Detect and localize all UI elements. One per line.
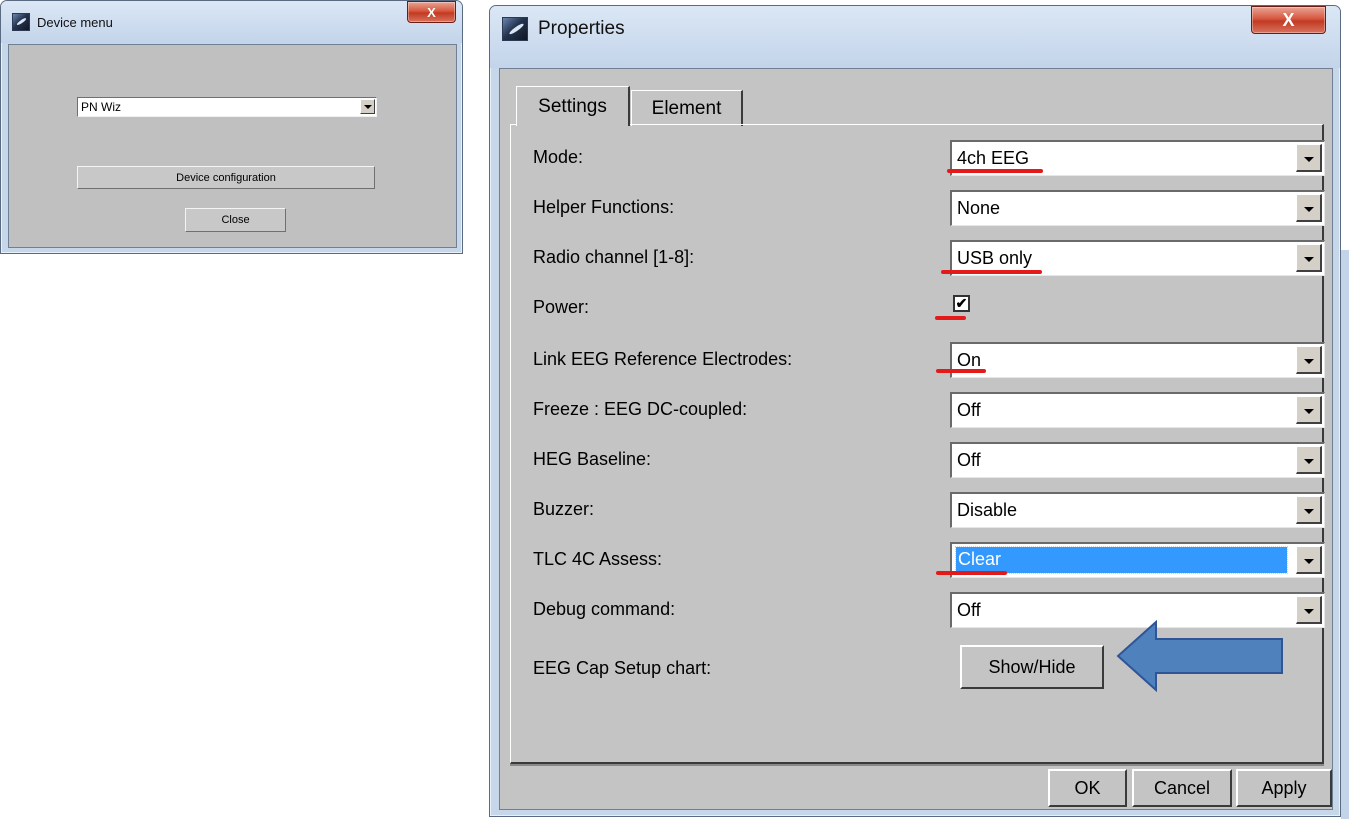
heg-baseline-select[interactable]: Off bbox=[950, 442, 1325, 478]
annotation-underline-link-eeg bbox=[936, 369, 986, 373]
background-window-edge bbox=[1341, 250, 1349, 819]
app-logo-icon bbox=[12, 13, 30, 31]
eeg-cap-setup-label: EEG Cap Setup chart: bbox=[533, 658, 712, 678]
device-menu-title: Device menu bbox=[37, 14, 113, 30]
chevron-down-icon[interactable] bbox=[1296, 446, 1322, 474]
show-hide-button[interactable]: Show/Hide bbox=[960, 645, 1104, 689]
helper-functions-select[interactable]: None bbox=[950, 190, 1325, 226]
annotation-underline-mode bbox=[947, 169, 1043, 173]
mode-value: 4ch EEG bbox=[957, 148, 1030, 168]
ok-button[interactable]: OK bbox=[1048, 769, 1127, 807]
power-label: Power: bbox=[533, 297, 590, 317]
helper-functions-value: None bbox=[957, 198, 1001, 218]
annotation-underline-power bbox=[935, 316, 966, 320]
debug-command-value: Off bbox=[957, 600, 981, 620]
annotation-underline-radio-channel bbox=[941, 270, 1042, 274]
power-checkbox[interactable]: ✔ bbox=[953, 295, 970, 312]
apply-button[interactable]: Apply bbox=[1236, 769, 1332, 807]
link-eeg-reference-value: On bbox=[957, 350, 982, 370]
mode-label: Mode: bbox=[533, 147, 584, 167]
properties-title: Properties bbox=[538, 18, 625, 39]
device-menu-window: Device menu X PN Wiz Device configuratio… bbox=[0, 0, 463, 254]
properties-body: Settings Element Mode: 4ch EEG Helper Fu… bbox=[499, 68, 1333, 810]
chevron-down-icon[interactable] bbox=[1296, 346, 1322, 374]
properties-window: Properties X Settings Element Mode: 4ch … bbox=[489, 5, 1341, 817]
device-configuration-button[interactable]: Device configuration bbox=[77, 166, 375, 189]
app-logo-icon bbox=[502, 17, 528, 41]
chevron-down-icon[interactable] bbox=[1296, 244, 1322, 272]
debug-command-label: Debug command: bbox=[533, 599, 676, 619]
tlc-4c-assess-value: Clear bbox=[955, 546, 1288, 574]
buzzer-select[interactable]: Disable bbox=[950, 492, 1325, 528]
chevron-down-icon[interactable] bbox=[1296, 496, 1322, 524]
heg-baseline-value: Off bbox=[957, 450, 981, 470]
tab-element[interactable]: Element bbox=[631, 90, 743, 126]
properties-close-icon[interactable]: X bbox=[1251, 6, 1326, 34]
properties-titlebar[interactable]: Properties bbox=[490, 6, 1340, 68]
tab-settings[interactable]: Settings bbox=[516, 86, 630, 126]
radio-channel-value: USB only bbox=[957, 248, 1033, 268]
device-select-value: PN Wiz bbox=[81, 100, 121, 114]
cancel-button[interactable]: Cancel bbox=[1132, 769, 1232, 807]
buzzer-label: Buzzer: bbox=[533, 499, 595, 519]
chevron-down-icon[interactable] bbox=[1296, 144, 1322, 172]
footer-divider bbox=[510, 764, 1324, 766]
tlc-4c-assess-label: TLC 4C Assess: bbox=[533, 549, 663, 569]
chevron-down-icon[interactable] bbox=[360, 99, 375, 114]
device-select[interactable]: PN Wiz bbox=[77, 97, 377, 117]
chevron-down-icon[interactable] bbox=[1296, 194, 1322, 222]
radio-channel-label: Radio channel [1-8]: bbox=[533, 247, 695, 267]
heg-baseline-label: HEG Baseline: bbox=[533, 449, 652, 469]
link-eeg-reference-select[interactable]: On bbox=[950, 342, 1325, 378]
annotation-underline-tlc-assess bbox=[936, 571, 1007, 575]
device-menu-close-icon[interactable]: X bbox=[407, 1, 456, 23]
freeze-eeg-value: Off bbox=[957, 400, 981, 420]
link-eeg-reference-label: Link EEG Reference Electrodes: bbox=[533, 349, 793, 369]
device-menu-body: PN Wiz Device configuration Close bbox=[8, 44, 457, 248]
buzzer-value: Disable bbox=[957, 500, 1018, 520]
close-button[interactable]: Close bbox=[185, 208, 286, 232]
chevron-down-icon[interactable] bbox=[1296, 546, 1322, 574]
chevron-down-icon[interactable] bbox=[1296, 396, 1322, 424]
freeze-eeg-label: Freeze : EEG DC-coupled: bbox=[533, 399, 748, 419]
freeze-eeg-select[interactable]: Off bbox=[950, 392, 1325, 428]
chevron-down-icon[interactable] bbox=[1296, 596, 1322, 624]
annotation-arrow-icon bbox=[1116, 620, 1283, 692]
helper-functions-label: Helper Functions: bbox=[533, 197, 675, 217]
device-menu-titlebar[interactable]: Device menu bbox=[1, 1, 462, 43]
